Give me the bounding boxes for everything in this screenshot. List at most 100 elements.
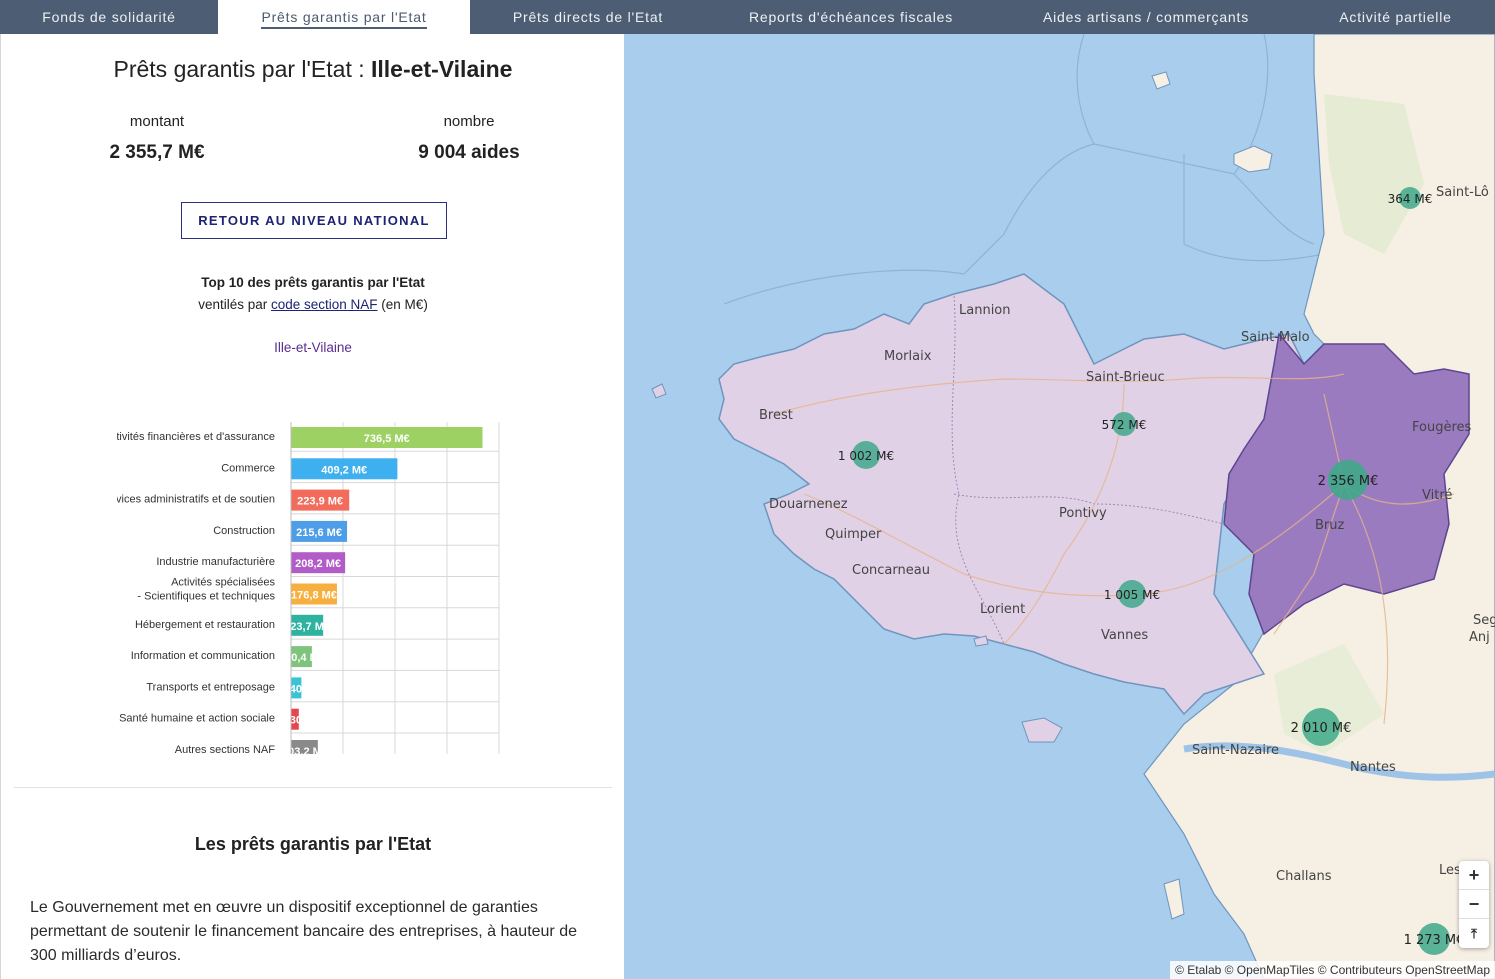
tab-prets-directs[interactable]: Prêts directs de l'Etat [470, 0, 706, 34]
chart-category-label: - Scientifiques et techniques [137, 591, 275, 603]
city-label: Seg [1473, 613, 1495, 628]
tab-label: Activité partielle [1339, 9, 1452, 25]
city-label: Vannes [1101, 628, 1148, 643]
chart-heading-suffix: (en M€) [377, 297, 428, 312]
chart-value-label: 176,8 M€ [291, 590, 337, 602]
chart-value-label: 208,2 M€ [295, 558, 341, 570]
chart-category-label: Activités financières et d'assurance [104, 431, 275, 443]
tab-reports-echeances[interactable]: Reports d'échéances fiscales [706, 0, 996, 34]
city-label: Lorient [980, 602, 1025, 617]
island-groix [973, 635, 989, 647]
chart-value-label: 103,2 M€ [282, 746, 328, 754]
city-label: Fougères [1412, 420, 1472, 435]
chart-label-mask [1, 374, 117, 754]
city-label: Douarnenez [769, 497, 848, 512]
island-jersey [1233, 145, 1273, 173]
tab-label: Aides artisans / commerçants [1042, 9, 1250, 25]
maritime-boundaries [723, 34, 1325, 305]
stat-montant: montant 2 355,7 M€ [1, 113, 313, 164]
tab-label: Prêts directs de l'Etat [512, 9, 664, 25]
svg-text:364 M€: 364 M€ [1388, 192, 1433, 206]
city-label: Saint-Lô [1436, 185, 1489, 200]
chart-value-label: 736,5 M€ [364, 433, 410, 445]
chart-category-label: Information et communication [131, 650, 275, 662]
stat-nombre-value: 9 004 aides [418, 142, 520, 163]
naf-bar-chart: 736,5 M€ Activités financières et d'assur… [1, 374, 500, 754]
svg-text:2 010 M€: 2 010 M€ [1291, 721, 1352, 736]
naf-code-link[interactable]: code section NAF [271, 297, 378, 312]
svg-text:1 005 M€: 1 005 M€ [1104, 588, 1160, 602]
tab-aides-artisans[interactable]: Aides artisans / commerçants [996, 0, 1296, 34]
city-label: Concarneau [852, 563, 930, 578]
tab-prets-garantis[interactable]: Prêts garantis par l'Etat [218, 0, 470, 34]
chart-category-label: Hébergement et restauration [135, 619, 275, 631]
island-ouessant [651, 383, 667, 399]
attribution-text[interactable]: © Etalab © OpenMapTiles © Contributeurs … [1175, 963, 1490, 977]
island-noirmoutier [1163, 878, 1185, 920]
chart-heading-prefix: ventilés par [198, 297, 271, 312]
reset-north-icon[interactable]: ⤒ [1459, 919, 1489, 948]
zoom-control: + − ⤒ [1459, 861, 1489, 948]
chart-category-label: Autres sections NAF [175, 744, 276, 754]
chart-category-label: Activités spécialisées [171, 577, 275, 589]
zoom-out-button[interactable]: − [1459, 890, 1489, 919]
stat-montant-value: 2 355,7 M€ [109, 142, 205, 163]
page-title: Prêts garantis par l'Etat : Ille-et-Vila… [1, 56, 624, 83]
section-text: Le Gouvernement met en œuvre un disposit… [30, 899, 577, 964]
tab-label: Prêts garantis par l'Etat [261, 9, 427, 29]
page-title-department: Ille-et-Vilaine [371, 56, 513, 82]
city-label: Lannion [959, 303, 1011, 318]
chart-category-label: Commerce [221, 462, 275, 474]
city-label: Challans [1276, 869, 1332, 884]
city-label: Nantes [1350, 760, 1396, 775]
city-label: Quimper [825, 527, 882, 542]
island-belle-ile [1021, 717, 1063, 743]
city-label: Vitré [1422, 488, 1452, 503]
stat-nombre: nombre 9 004 aides [313, 113, 624, 164]
top-navigation: Fonds de solidarité Prêts garantis par l… [0, 0, 1495, 34]
tab-activite-partielle[interactable]: Activité partielle [1296, 0, 1495, 34]
city-label: Les [1439, 863, 1461, 878]
chart-value-label: 40 M€ [290, 683, 321, 695]
city-label: Bruz [1315, 518, 1345, 533]
chart-category-label: Industrie manufacturière [156, 556, 275, 568]
chart-category-label: Santé humaine et action sociale [119, 713, 275, 725]
island-guernsey [1151, 71, 1171, 90]
city-label: Brest [759, 408, 793, 423]
chart-category-label: Construction [213, 525, 275, 537]
city-label: Saint-Malo [1241, 330, 1310, 345]
page-title-prefix: Prêts garantis par l'Etat : [113, 56, 372, 82]
chart-value-label: 223,9 M€ [297, 496, 343, 508]
tab-label: Fonds de solidarité [42, 9, 176, 25]
city-label: Saint-Brieuc [1086, 370, 1165, 385]
chart-value-label: 215,6 M€ [296, 527, 342, 539]
chart-category-label: Transports et entreposage [146, 681, 275, 693]
svg-text:2 356 M€: 2 356 M€ [1318, 474, 1379, 489]
chart-value-label: 409,2 M€ [321, 464, 367, 476]
city-label: Anj [1469, 630, 1490, 645]
stat-nombre-label: nombre [443, 113, 495, 130]
map-canvas[interactable]: Lannion Saint-Malo Morlaix Saint-Brieuc … [624, 34, 1495, 979]
chart-department-label: Ille-et-Vilaine [274, 340, 352, 355]
map[interactable]: Lannion Saint-Malo Morlaix Saint-Brieuc … [624, 34, 1495, 979]
svg-text:1 273 M€: 1 273 M€ [1404, 933, 1465, 948]
svg-text:572 M€: 572 M€ [1102, 418, 1147, 432]
city-label: Morlaix [884, 349, 932, 364]
zoom-in-button[interactable]: + [1459, 861, 1489, 890]
section-title: Les prêts garantis par l'Etat [194, 834, 432, 854]
map-attribution: © Etalab © OpenMapTiles © Contributeurs … [1170, 961, 1495, 979]
stat-montant-label: montant [129, 113, 185, 130]
city-label: Pontivy [1059, 506, 1107, 521]
chart-heading-line2: ventilés par code section NAF (en M€) [1, 294, 624, 316]
chart-heading-line1: Top 10 des prêts garantis par l'Etat [201, 275, 425, 290]
chart-value-label: 30 M€ [290, 715, 321, 727]
info-panel: Prêts garantis par l'Etat : Ille-et-Vila… [0, 34, 624, 979]
svg-text:1 002 M€: 1 002 M€ [838, 449, 894, 463]
region-bretagne [718, 273, 1305, 716]
city-label: Saint-Nazaire [1192, 743, 1279, 758]
chart-heading: Top 10 des prêts garantis par l'Etat ven… [1, 272, 624, 316]
tab-fonds-de-solidarite[interactable]: Fonds de solidarité [0, 0, 218, 34]
divider [14, 787, 612, 788]
tab-label: Reports d'échéances fiscales [748, 9, 954, 25]
back-to-national-button[interactable]: RETOUR AU NIVEAU NATIONAL [181, 202, 447, 239]
